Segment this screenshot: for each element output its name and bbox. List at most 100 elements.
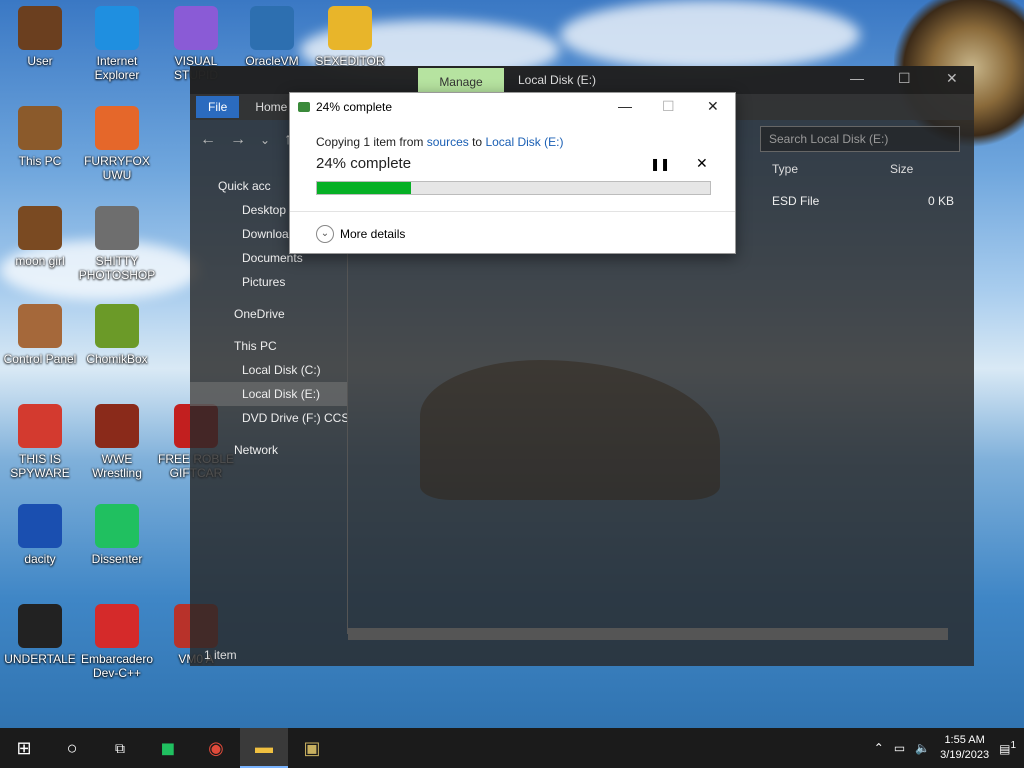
nav-this-pc[interactable]: This PC <box>190 334 347 358</box>
desktop-icon-label: Dissenter <box>91 552 143 566</box>
desktop-icon-label: dacity <box>24 552 56 566</box>
column-type[interactable]: Type <box>764 162 882 186</box>
chevron-up-icon[interactable]: ⌃ <box>874 741 884 755</box>
tab-manage[interactable]: Manage <box>418 68 504 94</box>
nav-pictures[interactable]: Pictures <box>190 270 347 294</box>
more-details-label: More details <box>340 227 406 241</box>
moon-girl-icon <box>18 206 62 250</box>
taskbar-dissenter[interactable]: ◼ <box>144 728 192 768</box>
desktop-icon-label: WWE Wrestling <box>92 452 142 480</box>
desktop-icon[interactable]: Control Panel <box>0 304 80 366</box>
notification-icon[interactable]: ▤1 <box>999 740 1016 756</box>
network-icon[interactable]: ▭ <box>894 741 905 755</box>
file-row[interactable]: ESD File 0 KB <box>764 194 964 208</box>
task-view-button[interactable]: ⧉ <box>96 728 144 768</box>
minimize-icon[interactable]: — <box>850 70 864 86</box>
firefox-icon <box>95 106 139 150</box>
close-icon[interactable]: ✕ <box>707 98 719 115</box>
desktop-icon[interactable]: Internet Explorer <box>77 6 157 82</box>
desktop-icon[interactable]: SHITTY PHOTOSHOP <box>77 206 157 282</box>
visual-studio-icon <box>174 6 218 50</box>
desktop-icon-label: SHITTY PHOTOSHOP <box>78 254 156 282</box>
back-arrow-icon[interactable]: ← <box>200 131 216 149</box>
user-folder-icon <box>18 6 62 50</box>
taskbar-app[interactable]: ▣ <box>288 728 336 768</box>
desktop-icon-label: User <box>27 54 53 68</box>
minimize-icon[interactable]: — <box>618 98 632 114</box>
time: 1:55 AM <box>944 734 985 746</box>
audacity-icon <box>18 504 62 548</box>
start-button[interactable]: ⊞ <box>0 728 48 768</box>
copy-to: to <box>468 135 486 149</box>
desktop-icon[interactable]: dacity <box>0 504 80 566</box>
copy-prefix: Copying 1 item from <box>316 135 427 149</box>
more-details-button[interactable]: ⌄ More details <box>316 225 405 243</box>
desktop-icon[interactable]: FURRYFOX UWU <box>77 106 157 182</box>
desktop-icon-label: Control Panel <box>3 352 77 366</box>
desktop-icon[interactable]: Dissenter <box>77 504 157 566</box>
copy-description: Copying 1 item from sources to Local Dis… <box>316 135 563 149</box>
maximize-icon: ☐ <box>662 98 675 114</box>
nav-local-disk-c[interactable]: Local Disk (C:) <box>190 358 347 382</box>
gimp-icon <box>95 206 139 250</box>
pause-icon[interactable]: ❚❚ <box>650 157 670 171</box>
desktop-icon[interactable]: Embarcadero Dev-C++ <box>77 604 157 680</box>
maximize-icon[interactable]: ☐ <box>898 70 911 87</box>
chomikbox-icon <box>95 304 139 348</box>
desktop-icon-label: This PC <box>18 154 62 168</box>
nav-onedrive[interactable]: OneDrive <box>190 302 347 326</box>
desktop-icon[interactable]: SEXEDITOR <box>310 6 390 68</box>
search-circle-icon: ○ <box>66 737 78 758</box>
horizontal-scrollbar[interactable] <box>348 628 948 640</box>
search-button[interactable]: ○ <box>48 728 96 768</box>
copy-progress-dialog[interactable]: 24% complete — ☐ ✕ Copying 1 item from s… <box>289 92 736 254</box>
desktop-icon[interactable]: THIS IS SPYWARE <box>0 404 80 480</box>
taskbar-chrome[interactable]: ◉ <box>192 728 240 768</box>
wwe-icon <box>95 404 139 448</box>
chrome-icon <box>18 404 62 448</box>
unity-icon <box>18 604 62 648</box>
column-size[interactable]: Size <box>882 162 962 186</box>
chevron-down-icon[interactable]: ⌄ <box>260 133 270 147</box>
progress-fill <box>317 182 412 194</box>
virtualbox-icon <box>250 6 294 50</box>
date: 3/19/2023 <box>940 749 990 761</box>
desktop-icon[interactable]: ChomikBox <box>77 304 157 366</box>
desktop-icon-label: ChomikBox <box>86 352 148 366</box>
nav-local-disk-e[interactable]: Local Disk (E:) <box>190 382 347 406</box>
tab-file[interactable]: File <box>196 96 240 118</box>
nav-dvd-drive[interactable]: DVD Drive (F:) CCSA <box>190 406 347 430</box>
desktop-icon-label: Embarcadero Dev-C++ <box>80 652 154 680</box>
copy-icon <box>298 102 310 112</box>
forward-arrow-icon[interactable]: → <box>230 131 246 149</box>
edge-icon <box>95 6 139 50</box>
percent-complete: 24% complete <box>316 155 412 172</box>
search-input[interactable]: Search Local Disk (E:) <box>760 126 960 152</box>
volume-icon[interactable]: 🔈 <box>915 741 930 755</box>
cancel-icon[interactable]: ✕ <box>696 155 708 172</box>
desktop-icon[interactable]: OracleVM <box>232 6 312 68</box>
explorer-titlebar[interactable]: Manage Local Disk (E:) — ☐ ✕ <box>190 66 974 94</box>
close-icon[interactable]: ✕ <box>946 70 958 87</box>
desktop-icon[interactable]: UNDERTALE <box>0 604 80 666</box>
system-tray: ⌃ ▭ 🔈 1:55 AM 3/19/2023 ▤1 <box>874 728 1024 768</box>
dialog-title: 24% complete <box>316 100 393 114</box>
desktop-icon[interactable]: This PC <box>0 106 80 168</box>
desktop-icon[interactable]: User <box>0 6 80 68</box>
clock[interactable]: 1:55 AM 3/19/2023 <box>940 733 989 763</box>
file-type: ESD File <box>772 194 820 208</box>
taskbar-file-explorer[interactable]: ▬ <box>240 728 288 768</box>
destination-link[interactable]: Local Disk (E:) <box>485 135 563 149</box>
app-icon: ▣ <box>303 737 321 758</box>
chevron-down-icon: ⌄ <box>316 225 334 243</box>
source-link[interactable]: sources <box>427 135 469 149</box>
divider <box>290 211 735 212</box>
desktop-icon[interactable]: WWE Wrestling <box>77 404 157 480</box>
desktop-icon[interactable]: moon girl <box>0 206 80 268</box>
dissenter-icon <box>95 504 139 548</box>
tab-home[interactable]: Home <box>255 100 287 114</box>
nav-network[interactable]: Network <box>190 438 347 462</box>
devcpp-icon <box>95 604 139 648</box>
hxd-icon <box>328 6 372 50</box>
this-pc-icon <box>18 106 62 150</box>
